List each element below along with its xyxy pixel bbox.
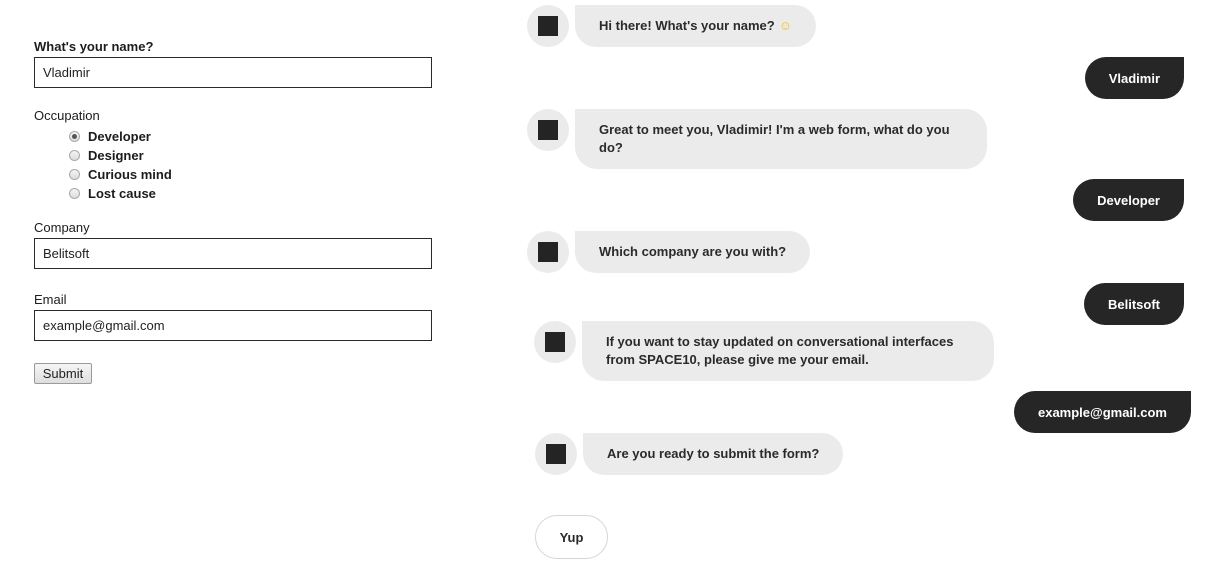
bot-avatar — [527, 5, 569, 47]
bot-message: Are you ready to submit the form? — [583, 433, 844, 475]
bot-avatar — [534, 321, 576, 363]
radio-label: Developer — [88, 129, 151, 144]
reply-option-yup-button[interactable]: Yup — [535, 515, 608, 559]
bot-message: Which company are you with? — [575, 231, 811, 273]
company-label: Company — [34, 220, 90, 235]
user-message: Belitsoft — [1084, 283, 1184, 325]
user-message-text: Vladimir — [1108, 70, 1160, 86]
bot-message: If you want to stay updated on conversat… — [582, 321, 994, 381]
bot-message-text: If you want to stay updated on conversat… — [606, 334, 954, 367]
company-input[interactable] — [34, 238, 432, 269]
bot-avatar — [535, 433, 577, 475]
name-label: What's your name? — [34, 39, 154, 54]
radio-button[interactable] — [69, 169, 80, 180]
email-label: Email — [34, 292, 67, 307]
bot-message-text: Hi there! What's your name? — [599, 18, 775, 33]
user-message-text: Developer — [1097, 192, 1160, 208]
bot-message-text: Which company are you with? — [599, 244, 787, 259]
bot-avatar-icon — [538, 16, 558, 36]
smiley-face-icon: ☺ — [778, 18, 793, 33]
user-message-text: example@gmail.com — [1037, 404, 1167, 420]
name-input[interactable] — [34, 57, 432, 88]
user-message: Vladimir — [1084, 57, 1184, 99]
radio-label: Designer — [88, 148, 144, 163]
bot-message-text: Are you ready to submit the form? — [607, 446, 820, 461]
user-message-text: Belitsoft — [1108, 296, 1160, 312]
submit-button[interactable]: Submit — [34, 363, 92, 384]
radio-button[interactable] — [69, 150, 80, 161]
bot-message-text: Great to meet you, Vladimir! I'm a web f… — [599, 122, 950, 155]
occupation-label: Occupation — [34, 108, 100, 123]
bot-avatar — [527, 231, 569, 273]
occupation-option-lost-cause[interactable]: Lost cause — [69, 185, 156, 202]
bot-avatar — [527, 109, 569, 151]
bot-avatar-icon — [538, 242, 558, 262]
radio-label: Lost cause — [88, 186, 156, 201]
occupation-option-curious-mind[interactable]: Curious mind — [69, 166, 172, 183]
bot-message: Hi there! What's your name? ☺ — [575, 5, 817, 47]
user-message: example@gmail.com — [1013, 391, 1191, 433]
bot-message: Great to meet you, Vladimir! I'm a web f… — [575, 109, 987, 169]
bot-avatar-icon — [546, 444, 566, 464]
occupation-option-designer[interactable]: Designer — [69, 147, 144, 164]
radio-label: Curious mind — [88, 167, 172, 182]
bot-avatar-icon — [545, 332, 565, 352]
bot-avatar-icon — [538, 120, 558, 140]
occupation-option-developer[interactable]: Developer — [69, 128, 151, 145]
user-message: Developer — [1073, 179, 1184, 221]
email-input[interactable] — [34, 310, 432, 341]
radio-button-checked[interactable] — [69, 131, 80, 142]
radio-button[interactable] — [69, 188, 80, 199]
